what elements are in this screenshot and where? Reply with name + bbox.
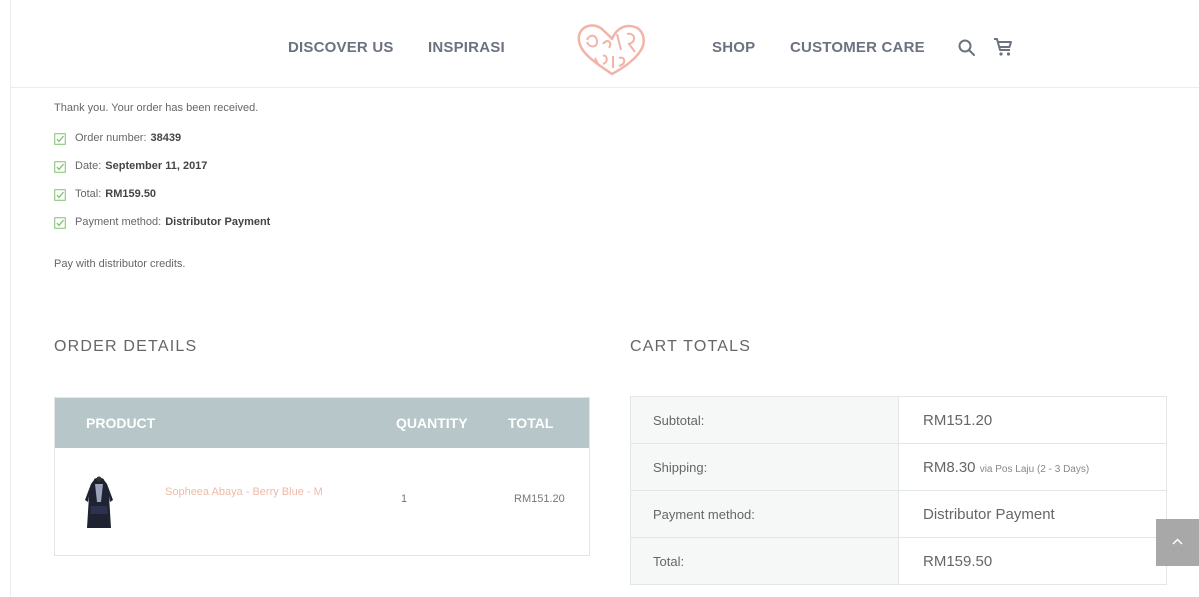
order-number-value: 38439: [150, 132, 182, 144]
check-icon: [54, 133, 66, 145]
nav-discover-us[interactable]: DISCOVER US: [288, 39, 394, 56]
nav-customer-care[interactable]: CUSTOMER CARE: [790, 39, 925, 56]
product-name-link[interactable]: Sopheea Abaya - Berry Blue - M: [165, 485, 345, 500]
header-total: TOTAL: [508, 415, 554, 431]
subtotal-row: Subtotal: RM151.20: [630, 396, 1167, 444]
shipping-row: Shipping: RM8.30 via Pos Laju (2 - 3 Day…: [630, 443, 1167, 491]
cart-icon[interactable]: [992, 36, 1014, 58]
shipping-value: RM8.30 via Pos Laju (2 - 3 Days): [898, 443, 1167, 491]
page-left-border: [10, 0, 11, 597]
product-thumbnail[interactable]: [79, 476, 119, 532]
nav-inspirasi[interactable]: INSPIRASI: [428, 39, 505, 56]
payment-method-row-label: Payment method:: [630, 490, 899, 538]
total-row: Total: RM159.50: [630, 537, 1167, 585]
order-received-message: Thank you. Your order has been received.: [54, 102, 259, 114]
order-total-label: Total:: [75, 188, 102, 200]
product-total: RM151.20: [514, 493, 565, 505]
order-number-item: Order number: 38439: [54, 132, 270, 160]
payment-method-value: Distributor Payment: [165, 216, 271, 228]
scroll-to-top-button[interactable]: [1156, 519, 1199, 566]
total-amount: RM159.50: [923, 552, 993, 570]
order-date-label: Date:: [75, 160, 102, 172]
nav-shop[interactable]: SHOP: [712, 39, 755, 56]
subtotal-label: Subtotal:: [630, 396, 899, 444]
table-row: Sopheea Abaya - Berry Blue - M 1 RM151.2…: [55, 448, 589, 556]
total-label: Total:: [630, 537, 899, 585]
payment-method-row: Payment method: Distributor Payment: [630, 490, 1167, 538]
site-header: DISCOVER US INSPIRASI SHOP CUSTOMER CARE: [11, 0, 1199, 88]
payment-method-row-value: Distributor Payment: [898, 490, 1167, 538]
order-total-item: Total: RM159.50: [54, 188, 270, 216]
brand-logo[interactable]: [573, 20, 651, 78]
payment-note: Pay with distributor credits.: [54, 258, 186, 270]
check-icon: [54, 189, 66, 201]
subtotal-amount: RM151.20: [923, 411, 993, 429]
chevron-up-icon: [1172, 538, 1183, 545]
check-icon: [54, 217, 66, 229]
payment-method-name: Distributor Payment: [923, 505, 1055, 523]
payment-method-item: Payment method: Distributor Payment: [54, 216, 270, 244]
header-product: PRODUCT: [86, 415, 156, 431]
shipping-label: Shipping:: [630, 443, 899, 491]
order-date-value: September 11, 2017: [105, 160, 208, 172]
order-date-item: Date: September 11, 2017: [54, 160, 270, 188]
payment-method-label: Payment method:: [75, 216, 162, 228]
order-total-value: RM159.50: [105, 188, 157, 200]
cart-totals-title: CART TOTALS: [630, 338, 752, 355]
order-table-header: PRODUCT QUANTITY TOTAL: [55, 398, 589, 448]
shipping-amount: RM8.30: [923, 458, 976, 476]
cart-totals-table: Subtotal: RM151.20 Shipping: RM8.30 via …: [630, 396, 1167, 585]
total-value: RM159.50: [898, 537, 1167, 585]
check-icon: [54, 161, 66, 173]
order-overview: Order number: 38439 Date: September 11, …: [54, 132, 270, 244]
subtotal-value: RM151.20: [898, 396, 1167, 444]
shipping-method: via Pos Laju (2 - 3 Days): [979, 463, 1090, 475]
search-icon[interactable]: [957, 38, 977, 58]
header-quantity: QUANTITY: [396, 415, 468, 431]
product-quantity: 1: [401, 493, 408, 505]
order-details-title: ORDER DETAILS: [54, 338, 198, 355]
order-number-label: Order number:: [75, 132, 147, 144]
order-details-table: PRODUCT QUANTITY TOTAL Sopheea Abaya - B…: [54, 397, 590, 556]
